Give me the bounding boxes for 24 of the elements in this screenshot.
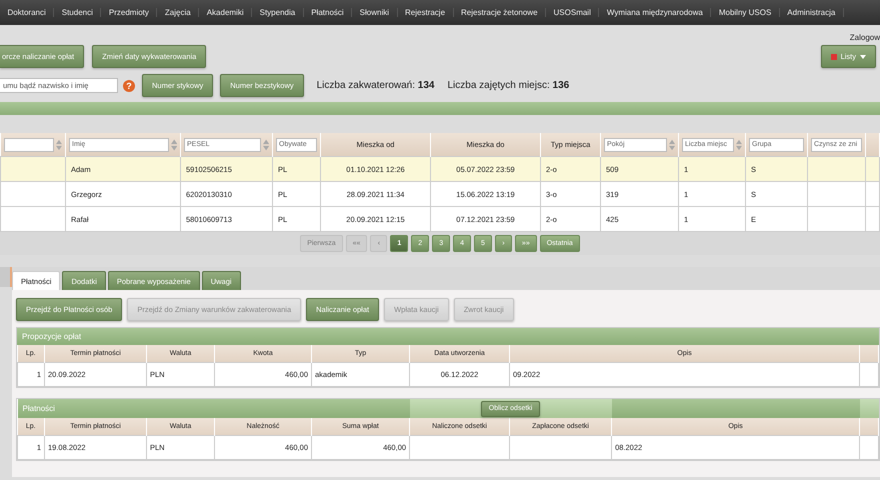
section-title: Płatności bbox=[22, 404, 55, 413]
stat-text: Liczba zajętych miejsc: 136 bbox=[447, 80, 570, 91]
menu-item[interactable]: Mobilny USOS bbox=[711, 8, 780, 17]
menu-item[interactable]: Rejestracje żetonowe bbox=[454, 8, 546, 17]
menu-item[interactable]: Studenci bbox=[54, 8, 102, 17]
menu-item[interactable]: Zajęcia bbox=[157, 8, 200, 17]
square-icon bbox=[830, 54, 837, 60]
side-strip bbox=[0, 267, 12, 287]
stat-text: Liczba zakwaterowań: 134 bbox=[316, 80, 434, 91]
filter-field[interactable] bbox=[4, 138, 54, 152]
menu-item[interactable]: Akademiki bbox=[199, 8, 252, 17]
menu-item[interactable]: Płatności bbox=[304, 8, 352, 17]
menu-item[interactable]: Doktoranci bbox=[0, 8, 54, 17]
menu-item[interactable]: Przedmioty bbox=[101, 8, 158, 17]
menu-item[interactable]: Rejestracje bbox=[398, 8, 454, 17]
menu-item[interactable]: Stypendia bbox=[252, 8, 304, 17]
menu-item[interactable]: Wymiana międzynarodowa bbox=[599, 8, 712, 17]
help-icon[interactable]: ? bbox=[123, 80, 135, 92]
menu-item[interactable]: Administracja bbox=[780, 8, 844, 17]
menu-item[interactable]: Słowniki bbox=[352, 8, 398, 17]
section-title: Propozycje opłat bbox=[22, 332, 82, 341]
caret-icon bbox=[860, 54, 866, 58]
menu-item[interactable]: USOSmail bbox=[546, 8, 600, 17]
login-status: Zalogow bbox=[850, 33, 880, 42]
